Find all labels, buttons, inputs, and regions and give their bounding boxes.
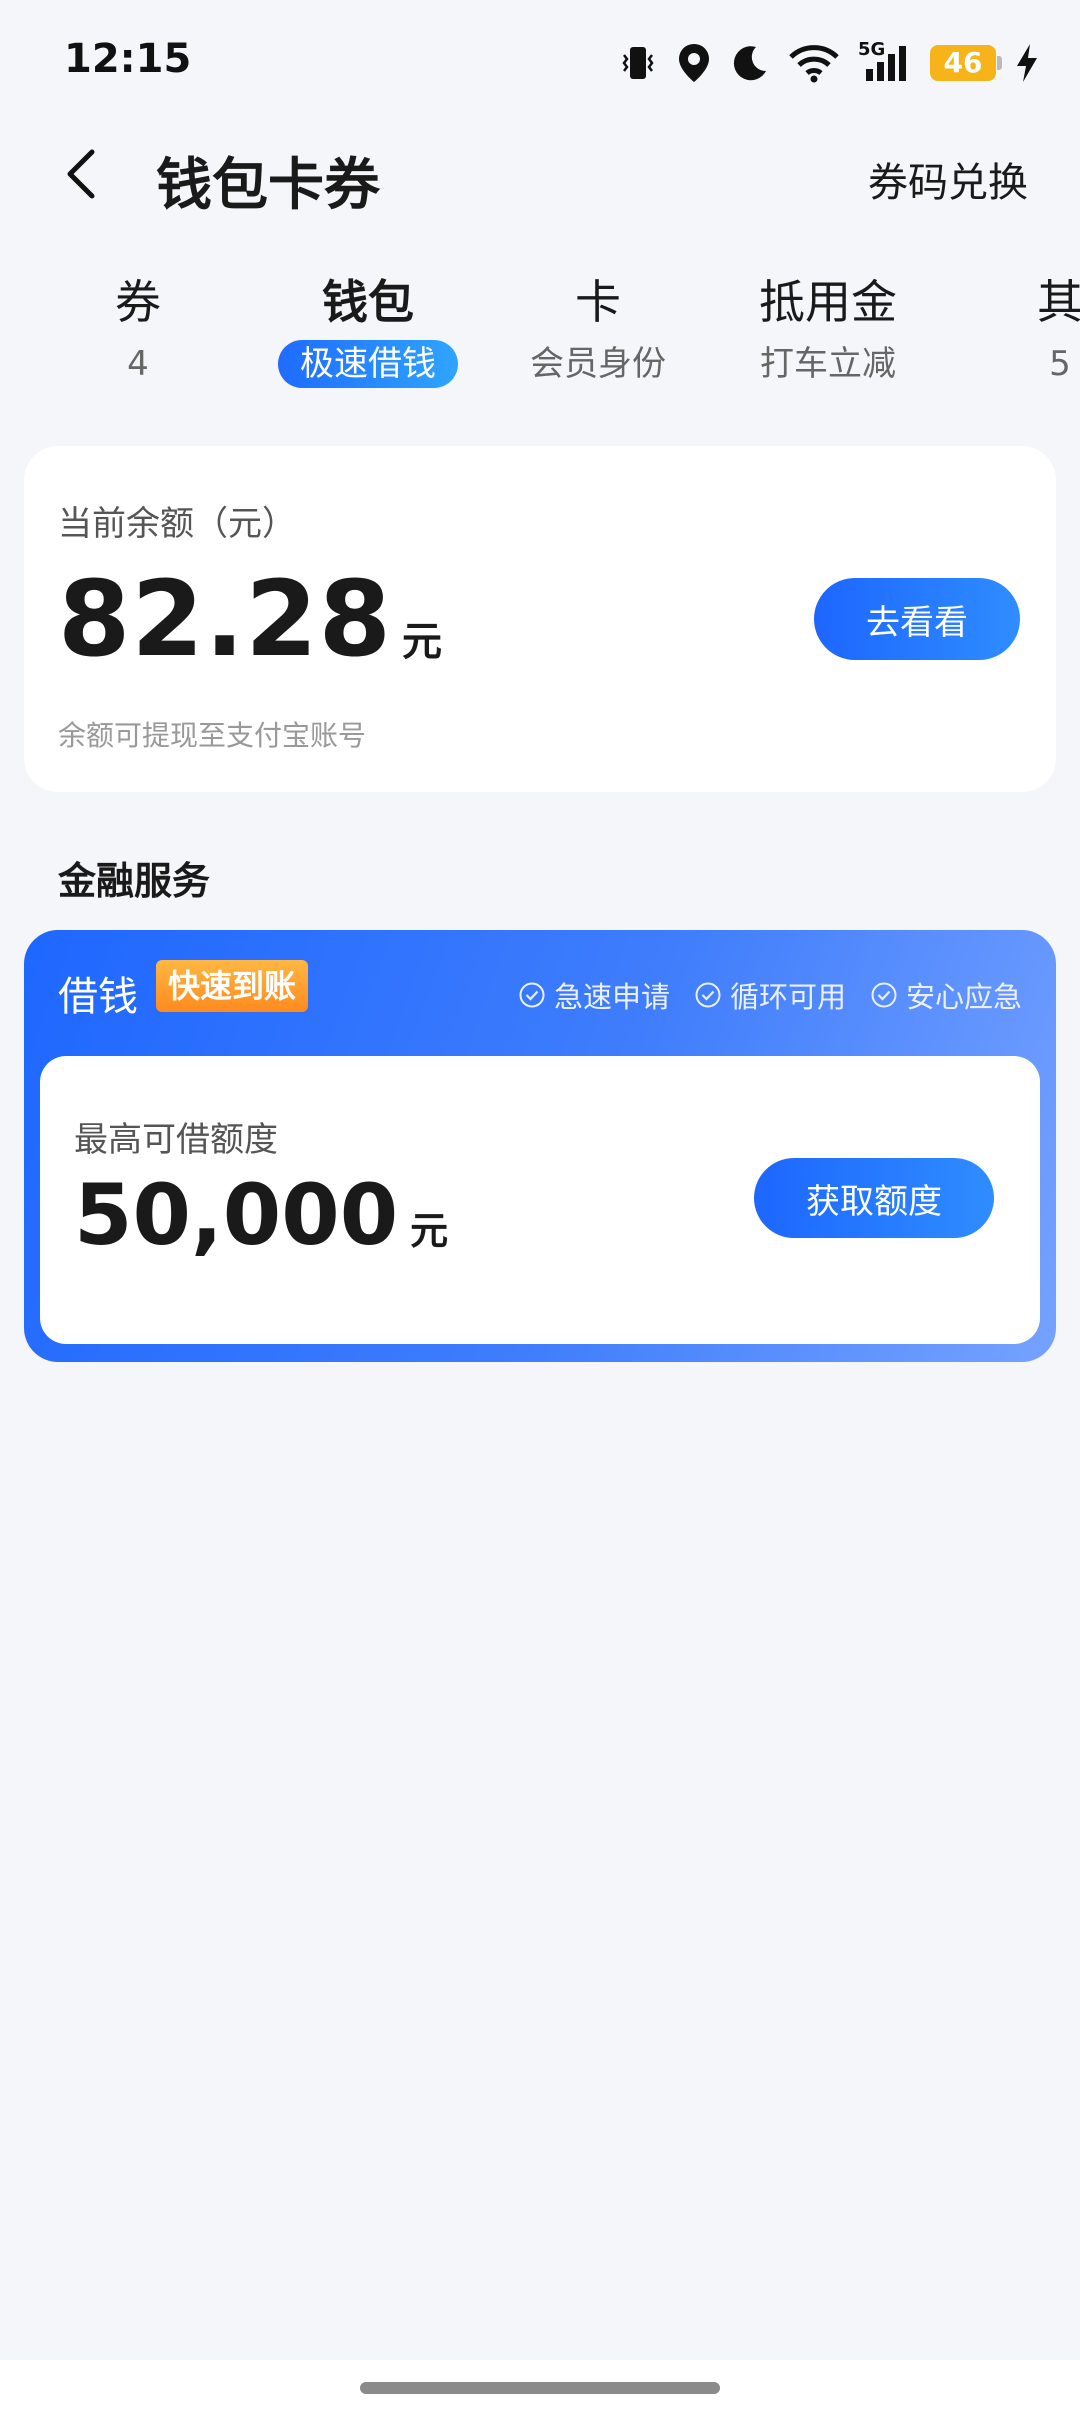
feature-label: 安心应急 bbox=[905, 980, 1022, 1014]
status-time: 12:15 bbox=[64, 36, 192, 82]
feature-item: 急速申请 bbox=[518, 974, 670, 1016]
get-limit-button[interactable]: 获取额度 bbox=[754, 1158, 994, 1238]
tab-bar: 券 4 钱包 极速借钱 卡 会员身份 抵用金 打车立减 其 5 bbox=[0, 270, 1080, 400]
feature-item: 循环可用 bbox=[694, 974, 846, 1016]
feature-item: 安心应急 bbox=[870, 974, 1022, 1016]
tab-sub: 极速借钱 bbox=[278, 340, 458, 388]
balance-card: 当前余额（元） 82.28 元 余额可提现至支付宝账号 去看看 bbox=[24, 446, 1056, 792]
balance-unit: 元 bbox=[401, 619, 442, 665]
tab-label: 券 bbox=[115, 275, 161, 329]
redeem-code-button[interactable]: 券码兑换 bbox=[868, 150, 1028, 208]
tab-sub: 会员身份 bbox=[530, 344, 666, 384]
tab-sub: 4 bbox=[127, 344, 149, 384]
back-arrow-icon[interactable] bbox=[54, 144, 114, 204]
loan-limit-panel: 最高可借额度 50,000 元 获取额度 bbox=[40, 1056, 1040, 1344]
tab-coupons[interactable]: 券 4 bbox=[18, 270, 258, 388]
moon-icon bbox=[733, 46, 766, 81]
check-circle-icon bbox=[871, 982, 897, 1008]
tab-label: 钱包 bbox=[322, 275, 414, 329]
section-title: 金融服务 bbox=[58, 859, 211, 903]
limit-unit: 元 bbox=[410, 1209, 449, 1253]
status-icons: 5G 46 bbox=[618, 38, 1040, 88]
location-icon bbox=[679, 44, 709, 82]
loan-card[interactable]: 借钱 快速到账 急速申请 循环可用 安心应急 最高可借额度 50,000 元 获… bbox=[24, 930, 1056, 1362]
loan-title: 借钱 bbox=[58, 974, 138, 1020]
tab-label: 卡 bbox=[575, 275, 621, 329]
check-circle-icon bbox=[519, 982, 545, 1008]
battery-icon: 46 bbox=[930, 45, 1002, 81]
balance-label: 当前余额（元） bbox=[58, 504, 296, 544]
signal-icon: 5G bbox=[858, 39, 912, 83]
wifi-icon bbox=[789, 45, 839, 83]
tab-other[interactable]: 其 5 bbox=[940, 270, 1080, 388]
tab-label: 抵用金 bbox=[759, 275, 897, 329]
view-balance-button[interactable]: 去看看 bbox=[814, 578, 1020, 660]
fast-arrival-badge: 快速到账 bbox=[156, 960, 309, 1012]
limit-value: 50,000 bbox=[74, 1166, 399, 1264]
tab-sub: 打车立减 bbox=[760, 344, 896, 384]
check-circle-icon bbox=[695, 982, 721, 1008]
loan-features: 急速申请 循环可用 安心应急 bbox=[518, 974, 1022, 1016]
balance-amount: 82.28 元 bbox=[58, 558, 442, 680]
balance-value: 82.28 bbox=[58, 558, 392, 680]
navigation-bar bbox=[0, 2360, 1080, 2412]
tab-vouchers[interactable]: 抵用金 打车立减 bbox=[708, 270, 948, 388]
tab-wallet[interactable]: 钱包 极速借钱 bbox=[248, 270, 488, 388]
limit-amount: 50,000 元 bbox=[74, 1166, 448, 1264]
home-indicator[interactable] bbox=[360, 2382, 720, 2394]
status-bar: 12:15 5G 46 bbox=[0, 0, 1080, 124]
charging-icon bbox=[1017, 44, 1037, 82]
tab-label: 其 bbox=[1037, 275, 1080, 329]
feature-label: 急速申请 bbox=[553, 980, 670, 1014]
feature-label: 循环可用 bbox=[729, 980, 846, 1014]
header: 钱包卡券 券码兑换 bbox=[0, 124, 1080, 224]
limit-label: 最高可借额度 bbox=[74, 1120, 278, 1160]
page-title: 钱包卡券 bbox=[156, 153, 380, 218]
tab-sub: 5 bbox=[1049, 344, 1071, 384]
tab-cards[interactable]: 卡 会员身份 bbox=[478, 270, 718, 388]
vibrate-icon bbox=[622, 47, 654, 79]
balance-note: 余额可提现至支付宝账号 bbox=[58, 719, 367, 752]
